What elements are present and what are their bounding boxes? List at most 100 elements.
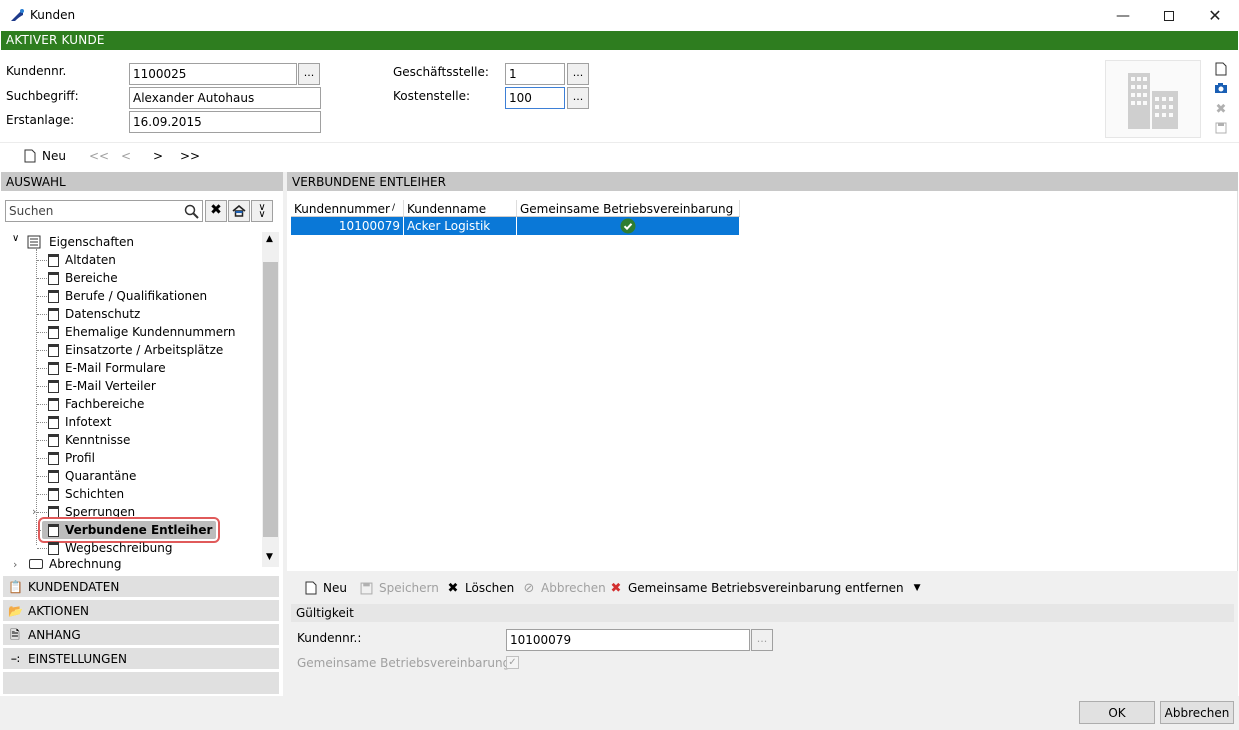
ok-button[interactable]: OK xyxy=(1079,701,1155,724)
kostenstelle-field[interactable]: 100 xyxy=(505,87,565,109)
accordion-aktionen[interactable]: 📂 AKTIONEN xyxy=(3,600,279,622)
accordion-anhang[interactable]: 🗎 ANHANG xyxy=(3,624,279,646)
verbundene-entleiher-header: VERBUNDENE ENTLEIHER xyxy=(287,172,1238,191)
scroll-down-icon[interactable]: ▼ xyxy=(266,552,273,562)
save-icon xyxy=(360,582,373,594)
detail-kundennr-lookup-button[interactable]: ... xyxy=(751,629,773,651)
tree-scrollbar[interactable]: ▲ ▼ xyxy=(262,232,279,567)
app-logo-icon xyxy=(11,9,24,21)
geschaeftsstelle-label: Geschäftsstelle: xyxy=(393,65,489,79)
tree-item[interactable]: Altdaten xyxy=(48,251,116,269)
tree-item[interactable]: E-Mail Formulare xyxy=(48,359,166,377)
tree-item-label: Datenschutz xyxy=(65,307,141,321)
tree-item[interactable]: E-Mail Verteiler xyxy=(48,377,156,395)
tree-item[interactable]: Bereiche xyxy=(48,269,118,287)
tree-line xyxy=(37,386,47,387)
cancel-icon: ⊘ xyxy=(523,580,535,596)
geschaeftsstelle-field[interactable]: 1 xyxy=(505,63,565,85)
page-icon xyxy=(48,451,59,465)
toolbar-delete-button[interactable]: ✖ Löschen xyxy=(446,579,515,597)
tree-item-label: Altdaten xyxy=(65,253,116,267)
detail-gemeinsam-checkbox[interactable]: ✓ xyxy=(506,656,519,669)
expand-chevron-icon[interactable]: › xyxy=(13,558,17,571)
kundennr-field[interactable]: 1100025 xyxy=(129,63,297,85)
collapse-button[interactable]: ∨ ∨ xyxy=(251,200,273,222)
maximize-button[interactable] xyxy=(1146,0,1192,31)
tree-item[interactable]: Profil xyxy=(48,449,95,467)
dropdown-arrow-icon[interactable]: ▼ xyxy=(914,583,921,593)
home-button[interactable] xyxy=(228,200,250,222)
tree-item-label: E-Mail Formulare xyxy=(65,361,166,375)
detail-kundennr-field[interactable]: 10100079 xyxy=(506,629,750,651)
minimize-button[interactable]: — xyxy=(1100,0,1146,31)
scroll-up-icon[interactable]: ▲ xyxy=(266,234,273,244)
toolbar-cancel-button[interactable]: ⊘ Abbrechen xyxy=(522,579,606,597)
collapse-chevron-icon[interactable]: ∨ xyxy=(12,233,19,244)
close-button[interactable]: ✕ xyxy=(1192,0,1238,31)
column-header-kundenname[interactable]: Kundenname xyxy=(404,200,517,217)
tree-item-label: Sperrungen xyxy=(65,505,136,519)
toolbar-save-button[interactable]: Speichern xyxy=(360,579,439,597)
geschaeftsstelle-lookup-button[interactable]: ... xyxy=(567,63,589,85)
clear-search-button[interactable]: ✖ xyxy=(205,200,227,222)
search-icon[interactable] xyxy=(184,204,200,220)
expand-chevron-icon[interactable]: › xyxy=(32,505,36,518)
nav-first-button[interactable]: << xyxy=(89,149,109,163)
tree-item-label: Bereiche xyxy=(65,271,118,285)
cancel-button[interactable]: Abbrechen xyxy=(1160,701,1234,724)
page-icon xyxy=(48,343,59,357)
tree-item[interactable]: Datenschutz xyxy=(48,305,140,323)
page-icon xyxy=(48,469,59,483)
tree-item[interactable]: Verbundene Entleiher xyxy=(37,517,221,543)
suchbegriff-field[interactable]: Alexander Autohaus xyxy=(129,87,321,109)
tree-root-eigenschaften[interactable]: Eigenschaften xyxy=(27,233,134,251)
customer-logo-placeholder[interactable] xyxy=(1105,60,1201,138)
tree-item[interactable]: Wegbeschreibung xyxy=(48,539,172,557)
grid-area xyxy=(287,191,1238,571)
tree-item[interactable]: Einsatzorte / Arbeitsplätze xyxy=(48,341,223,359)
erstanlage-field[interactable]: 16.09.2015 xyxy=(129,111,321,133)
clipboard-icon: 📋 xyxy=(8,579,23,594)
toolbar-label: Löschen xyxy=(465,581,515,595)
title-bar xyxy=(0,0,1239,31)
column-header-gemeinsam[interactable]: Gemeinsame Betriebsvereinbarung xyxy=(517,200,740,217)
toolbar-remove-agreement-button[interactable]: ✖ Gemeinsame Betriebsvereinbarung entfern… xyxy=(609,579,921,597)
accordion-kundendaten[interactable]: 📋 KUNDENDATEN xyxy=(3,576,279,598)
toolbar-label: Neu xyxy=(323,581,347,595)
tree-item[interactable]: Berufe / Qualifikationen xyxy=(48,287,207,305)
home-icon xyxy=(232,205,246,217)
tree-item-label: Einsatzorte / Arbeitsplätze xyxy=(65,343,224,357)
kostenstelle-lookup-button[interactable]: ... xyxy=(567,87,589,109)
tree-line xyxy=(37,548,47,549)
toolbar-new-button[interactable]: Neu xyxy=(305,579,347,597)
new-document-icon[interactable] xyxy=(1213,62,1229,78)
tree-item-label: Berufe / Qualifikationen xyxy=(65,289,208,303)
tree-item[interactable]: Ehemalige Kundennummern xyxy=(48,323,235,341)
nav-last-button[interactable]: >> xyxy=(180,149,200,163)
sliders-icon: ∹ xyxy=(9,651,21,666)
scroll-thumb[interactable] xyxy=(263,262,278,537)
new-document-icon xyxy=(24,149,36,163)
tree-line xyxy=(37,314,47,315)
page-icon xyxy=(48,379,59,393)
kundennr-label: Kundennr. xyxy=(6,64,67,78)
tree-line xyxy=(37,440,47,441)
tree-root-abrechnung[interactable]: Abrechnung xyxy=(29,557,122,571)
kundennr-lookup-button[interactable]: ... xyxy=(298,63,320,85)
tree-item[interactable]: Kenntnisse xyxy=(48,431,130,449)
search-input[interactable]: Suchen xyxy=(5,200,203,222)
nav-next-button[interactable]: > xyxy=(153,149,163,163)
nav-prev-button[interactable]: < xyxy=(121,149,131,163)
tree-item[interactable]: Schichten xyxy=(48,485,124,503)
nav-new-button[interactable]: Neu xyxy=(24,149,66,163)
tree-item[interactable]: Sperrungen xyxy=(48,503,135,521)
column-header-kundennummer[interactable]: Kundennummer / xyxy=(291,200,404,217)
tree-item[interactable]: Quarantäne xyxy=(48,467,136,485)
tree-item-label: Fachbereiche xyxy=(65,397,145,411)
toolbar-label: Abbrechen xyxy=(541,581,606,595)
tree-item[interactable]: Fachbereiche xyxy=(48,395,144,413)
suchbegriff-label: Suchbegriff: xyxy=(6,89,79,103)
accordion-einstellungen[interactable]: ∹ EINSTELLUNGEN xyxy=(3,648,279,670)
camera-icon[interactable] xyxy=(1213,82,1229,98)
tree-item[interactable]: Infotext xyxy=(48,413,111,431)
